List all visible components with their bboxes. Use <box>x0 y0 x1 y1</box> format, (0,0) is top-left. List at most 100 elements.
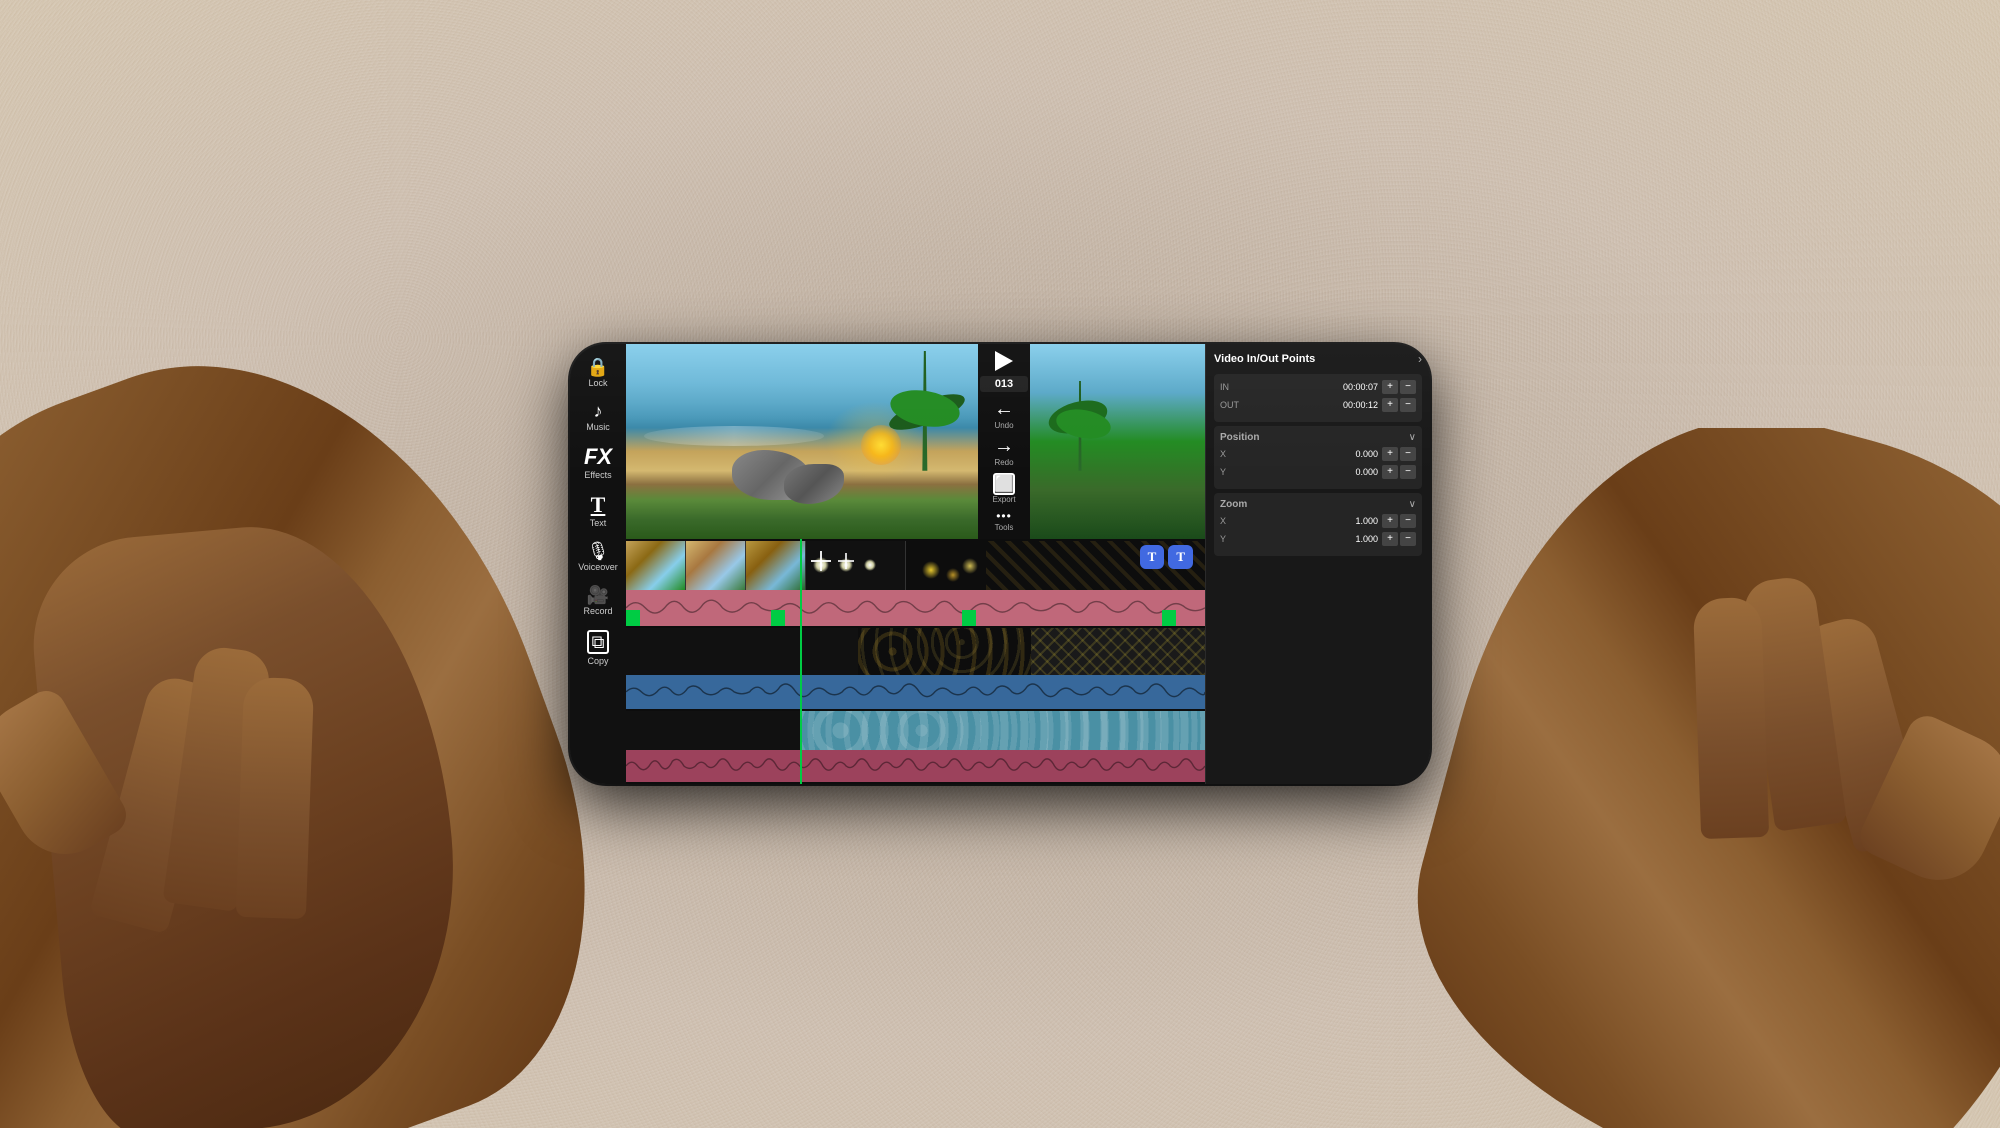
position-title: Position <box>1220 432 1259 443</box>
track2-bokeh <box>858 628 1032 675</box>
sidebar-item-record[interactable]: 🎥 Record <box>572 580 624 622</box>
diamond-pattern <box>1031 628 1205 675</box>
export-button[interactable]: ⬜ Export <box>992 473 1015 504</box>
pos-x-plus-btn[interactable]: + <box>1382 447 1398 461</box>
video-track-1: T T <box>626 541 1205 590</box>
effects-label: Effects <box>584 470 611 480</box>
music-icon: ♪ <box>594 402 603 420</box>
out-minus-btn[interactable]: − <box>1400 398 1416 412</box>
video-track-2 <box>626 628 1205 675</box>
track2-empty <box>626 628 858 675</box>
zoom-chevron: ∨ <box>1409 499 1416 510</box>
in-value: 00:00:07 <box>1248 382 1378 392</box>
in-plus-btn[interactable]: + <box>1382 380 1398 394</box>
position-section: Position ∨ X 0.000 + − <box>1214 426 1422 489</box>
export-label: Export <box>992 495 1015 504</box>
record-label: Record <box>583 606 612 616</box>
position-x-row: X 0.000 + − <box>1220 447 1416 461</box>
zoom-x-label: X <box>1220 516 1248 526</box>
out-label: OUT <box>1220 400 1248 410</box>
back-button[interactable]: ← Undo <box>994 398 1014 430</box>
circle-pattern <box>800 711 1205 751</box>
decorated-track <box>626 711 1205 751</box>
text-icon: T <box>591 494 606 516</box>
pos-x-btn-group: + − <box>1382 447 1416 461</box>
position-x-label: X <box>1220 449 1248 459</box>
video-preview-main <box>626 344 978 539</box>
green-marker-mid-2 <box>962 610 976 626</box>
vertical-controls: 013 ← Undo → Redo <box>978 344 1030 539</box>
zoom-x-plus-btn[interactable]: + <box>1382 514 1398 528</box>
zoom-y-value: 1.000 <box>1248 534 1378 544</box>
right-panel: Video In/Out Points › IN 00:00:07 + − <box>1205 344 1430 784</box>
waveform-svg-2 <box>626 675 1205 709</box>
zoom-section: Zoom ∨ X 1.000 + − <box>1214 493 1422 556</box>
in-minus-btn[interactable]: − <box>1400 380 1416 394</box>
sidebar-item-effects[interactable]: FX Effects <box>572 440 624 486</box>
voiceover-label: Voiceover <box>578 562 618 572</box>
panel-title: Video In/Out Points <box>1214 353 1315 365</box>
music-label: Music <box>586 422 610 432</box>
sparkle-cross-v-1 <box>820 551 822 571</box>
zoom-title: Zoom <box>1220 499 1247 510</box>
text-badges: T T <box>1140 545 1193 569</box>
zoom-y-row: Y 1.000 + − <box>1220 532 1416 546</box>
in-label: IN <box>1220 382 1248 392</box>
green-marker-left-1 <box>626 610 640 626</box>
record-icon: 🎥 <box>587 586 609 604</box>
decorated-filled <box>800 711 1205 751</box>
decorated-empty <box>626 711 800 751</box>
out-plus-btn[interactable]: + <box>1382 398 1398 412</box>
export-icon: ⬜ <box>993 473 1015 495</box>
sidebar-item-music[interactable]: ♪ Music <box>572 396 624 438</box>
waveform-svg-3 <box>626 750 1205 782</box>
sidebar-item-voiceover[interactable]: 🎙 Voiceover <box>572 536 624 578</box>
audio-track-2 <box>626 675 1205 709</box>
waveform-svg-1 <box>626 590 1205 626</box>
zoom-y-plus-btn[interactable]: + <box>1382 532 1398 546</box>
phone-body: 🔒 Lock ♪ Music FX Effects T <box>570 344 1430 784</box>
green-marker-mid-1 <box>771 610 785 626</box>
sidebar-item-lock[interactable]: 🔒 Lock <box>572 352 624 394</box>
timeline: T T <box>626 539 1205 784</box>
copy-icon: ⧉ <box>587 630 610 654</box>
tools-button[interactable]: ••• Tools <box>995 509 1014 532</box>
pos-x-minus-btn[interactable]: − <box>1400 447 1416 461</box>
zoom-y-minus-btn[interactable]: − <box>1400 532 1416 546</box>
sparkle-cross-v-2 <box>845 553 847 569</box>
zoom-x-value: 1.000 <box>1248 516 1378 526</box>
zoom-y-label: Y <box>1220 534 1248 544</box>
sidebar-item-text[interactable]: T Text <box>572 488 624 534</box>
copy-label: Copy <box>587 656 608 666</box>
forward-icon: → <box>994 435 1014 458</box>
water-reflection <box>644 426 824 446</box>
bokeh-dot-1 <box>922 561 940 579</box>
pos-y-plus-btn[interactable]: + <box>1382 465 1398 479</box>
text-badge-1: T <box>1140 545 1165 569</box>
tools-icon: ••• <box>996 509 1012 523</box>
undo-label: Undo <box>994 421 1013 430</box>
pos-y-btn-group: + − <box>1382 465 1416 479</box>
green-marker-right-1 <box>1162 610 1176 626</box>
in-row: IN 00:00:07 + − <box>1220 380 1416 394</box>
hand-right <box>1350 428 2000 1128</box>
bokeh-dot-2 <box>946 568 960 582</box>
sidebar-item-copy[interactable]: ⧉ Copy <box>572 624 624 672</box>
track2-pattern <box>1031 628 1205 675</box>
thumb-sparkle-1 <box>806 541 906 590</box>
forward-button[interactable]: → Redo <box>994 435 1014 467</box>
text-badge-2: T <box>1168 545 1193 569</box>
playhead <box>800 539 802 784</box>
play-button[interactable] <box>995 351 1013 371</box>
thumb-beach-2 <box>686 541 746 590</box>
zoom-x-minus-btn[interactable]: − <box>1400 514 1416 528</box>
out-row: OUT 00:00:12 + − <box>1220 398 1416 412</box>
redo-label: Redo <box>994 458 1013 467</box>
position-y-value: 0.000 <box>1248 467 1378 477</box>
in-out-section: IN 00:00:07 + − OUT 00:00:12 + <box>1214 374 1422 422</box>
in-btn-group: + − <box>1382 380 1416 394</box>
video-split <box>1030 344 1205 539</box>
pos-y-minus-btn[interactable]: − <box>1400 465 1416 479</box>
split-background <box>1030 344 1205 539</box>
position-x-value: 0.000 <box>1248 449 1378 459</box>
